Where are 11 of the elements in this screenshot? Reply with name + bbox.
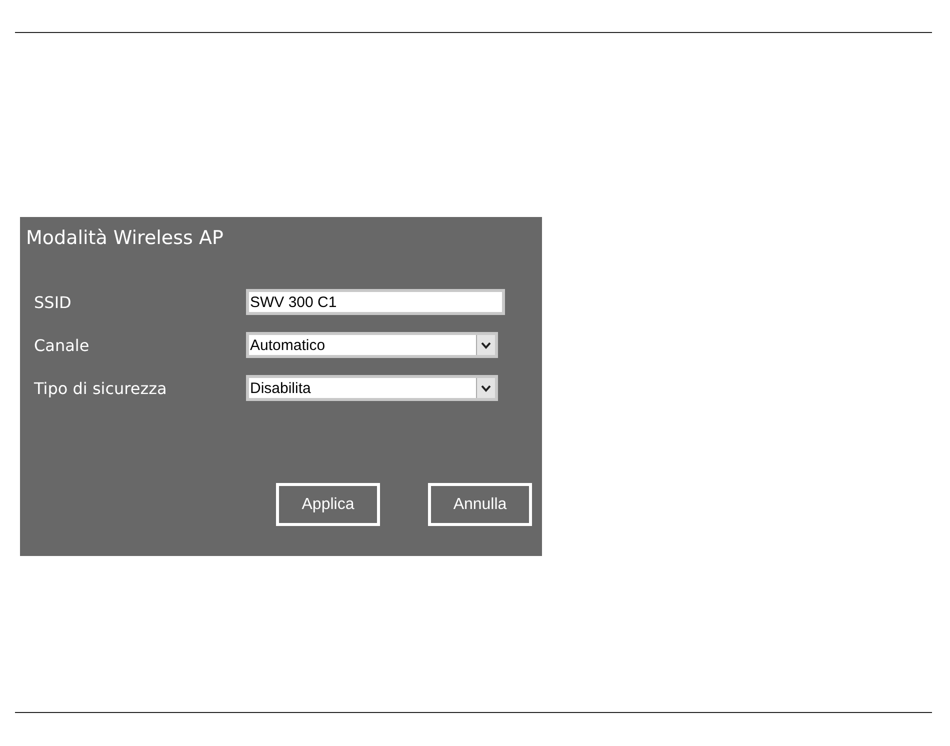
field-label: SSID bbox=[34, 292, 72, 312]
field-label: Tipo di sicurezza bbox=[34, 378, 168, 398]
chevron-down-icon bbox=[481, 342, 491, 348]
chevron-down-icon bbox=[481, 384, 491, 392]
text-field[interactable]: SWV 300 C1 bbox=[246, 289, 505, 315]
field-label: Canale bbox=[34, 336, 90, 354]
dialog-button[interactable]: Annulla bbox=[428, 483, 532, 526]
dropdown[interactable]: Automatico bbox=[246, 332, 498, 358]
panel-title: Modalità Wireless AP bbox=[26, 227, 224, 251]
dialog-button[interactable]: Applica bbox=[276, 483, 380, 526]
dropdown[interactable]: Disabilita bbox=[246, 375, 498, 401]
